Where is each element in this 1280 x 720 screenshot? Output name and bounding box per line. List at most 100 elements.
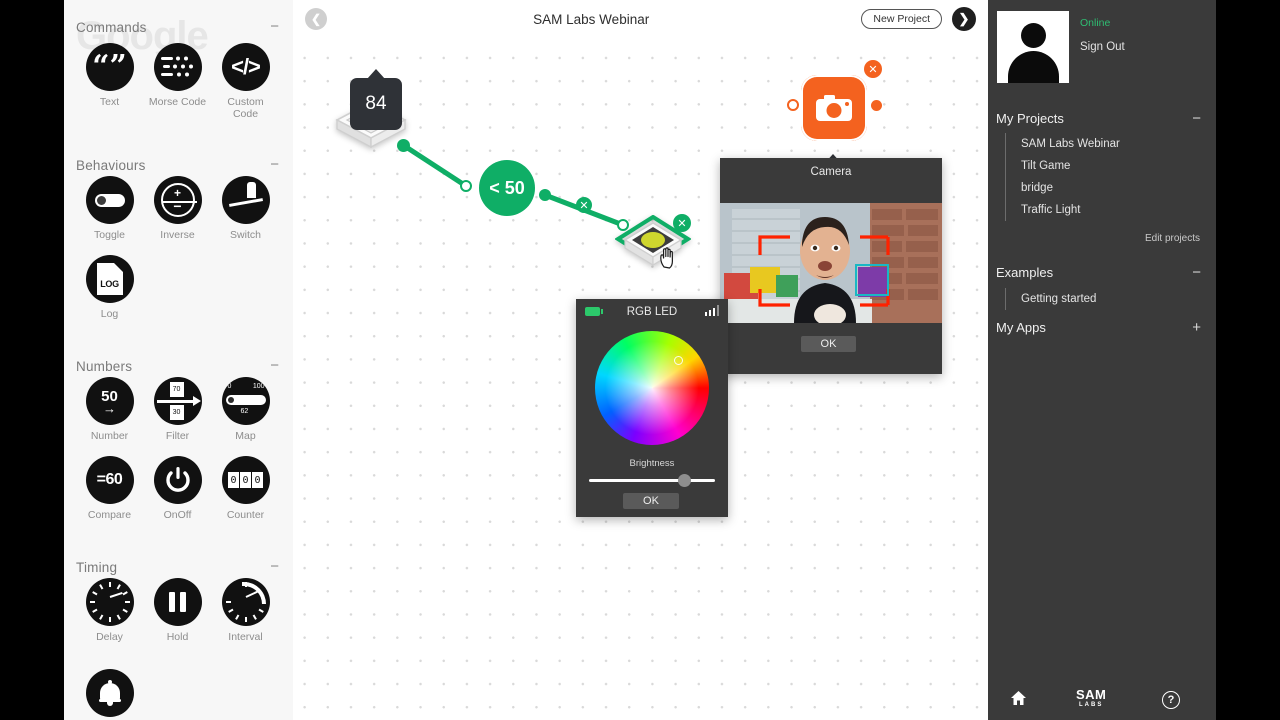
section-title: Timing [76, 559, 118, 575]
map-range-icon: 0 100 62 [221, 377, 270, 425]
palette-item-number[interactable]: 50 → Number [76, 377, 143, 442]
group-title: My Apps [996, 319, 1046, 335]
palette-item-counter[interactable]: 0 0 0 Counter [212, 456, 279, 521]
angle-brackets-icon: </> [221, 43, 270, 91]
sidebar-item-tilt-game[interactable]: Tilt Game [1021, 155, 1120, 177]
power-icon [153, 456, 202, 504]
examples-header[interactable]: Examples − [996, 263, 1201, 281]
my-apps-header[interactable]: My Apps + [996, 318, 1201, 336]
palette-item-text[interactable]: “” Text [76, 43, 143, 120]
clock-delay-icon [85, 578, 134, 626]
palette-section-numbers-header[interactable]: Numbers − [76, 356, 281, 376]
avatar[interactable] [997, 11, 1069, 83]
new-project-button[interactable]: New Project [861, 9, 942, 29]
palette-item-onoff[interactable]: OnOff [144, 456, 211, 521]
brightness-label: Brightness [629, 458, 675, 469]
palette-item-label: Inverse [160, 229, 195, 241]
home-icon[interactable] [1010, 690, 1027, 706]
chevron-right-icon[interactable]: ❯ [952, 7, 976, 31]
palette-item-label: Filter [165, 430, 190, 442]
collapse-icon[interactable]: − [1192, 265, 1201, 280]
morse-code-icon [153, 43, 202, 91]
palette-item-hold[interactable]: Hold [144, 578, 211, 643]
palette-item-interval[interactable]: Interval [212, 578, 279, 643]
palette-row: LOG Log [76, 255, 293, 320]
collapse-icon[interactable]: − [270, 559, 281, 574]
palette-section-timing-header[interactable]: Timing − [76, 557, 281, 577]
input-port[interactable] [460, 180, 472, 192]
status-badge: Online [1080, 17, 1111, 29]
section-title: Commands [76, 19, 147, 35]
palette-item-custom-code[interactable]: </> Custom Code [212, 43, 279, 120]
input-port[interactable] [787, 99, 799, 111]
examples-list: Getting started [1005, 288, 1096, 310]
sidebar-item-traffic-light[interactable]: Traffic Light [1021, 199, 1120, 221]
flow-canvas[interactable]: 84 < 50 ✕ ✕ ✕ Camera OK RGB LED Brightne… [293, 0, 988, 720]
delete-block-button[interactable]: ✕ [673, 214, 691, 232]
output-port[interactable] [539, 189, 551, 201]
palette-item-map[interactable]: 0 100 62 Map [212, 377, 279, 442]
my-projects-header[interactable]: My Projects − [996, 109, 1201, 127]
app-root: Google Commands − “” Text Morse Code </>… [0, 0, 1280, 720]
palette-item-delay[interactable]: Delay [76, 578, 143, 643]
palette-item-morse-code[interactable]: Morse Code [144, 43, 211, 120]
camera-node[interactable] [801, 75, 867, 141]
output-port[interactable] [397, 139, 410, 152]
rgb-ok-button[interactable]: OK [623, 493, 679, 509]
palette-item-alert[interactable] [76, 669, 143, 720]
compare-node[interactable]: < 50 [479, 160, 535, 216]
section-title: Numbers [76, 358, 133, 374]
color-wheel-selector[interactable] [674, 356, 683, 365]
sam-labs-logo: SAM LABS [1076, 688, 1106, 711]
edit-projects-link[interactable]: Edit projects [1145, 233, 1200, 244]
map-min: 0 [227, 383, 232, 390]
collapse-icon[interactable]: − [1192, 111, 1201, 126]
output-port[interactable] [871, 100, 882, 111]
input-port[interactable] [617, 219, 629, 231]
color-wheel[interactable] [595, 331, 709, 445]
close-camera-node-button[interactable]: ✕ [864, 60, 882, 78]
sidebar-item-getting-started[interactable]: Getting started [1021, 288, 1096, 310]
palette-item-inverse[interactable]: + − Inverse [144, 176, 211, 241]
expand-icon[interactable]: + [1192, 320, 1201, 335]
log-document-icon: LOG [85, 255, 134, 303]
brightness-slider-track[interactable] [589, 479, 715, 482]
map-max: 100 [252, 383, 265, 390]
palette-item-filter[interactable]: 70 30 Filter [144, 377, 211, 442]
filter-icon: 70 30 [153, 377, 202, 425]
sensor-value-tooltip: 84 [350, 69, 402, 130]
filter-low: 30 [169, 405, 184, 420]
map-current: 62 [240, 408, 249, 415]
palette-section-commands-header[interactable]: Commands − [76, 17, 281, 37]
collapse-icon[interactable]: − [270, 157, 281, 172]
palette-row: Delay Hold Interval [76, 578, 293, 643]
palette-item-label: Interval [228, 631, 263, 643]
camera-icon [816, 95, 852, 121]
toggle-switch-icon [85, 176, 134, 224]
collapse-icon[interactable]: − [270, 358, 281, 373]
palette-item-switch[interactable]: Switch [212, 176, 279, 241]
palette-item-label: Compare [87, 509, 132, 521]
camera-video-feed [720, 203, 942, 323]
palette-row: =60 Compare OnOff 0 0 0 Counter [76, 456, 293, 521]
brightness-slider-handle[interactable] [678, 474, 691, 487]
palette-item-log[interactable]: LOG Log [76, 255, 143, 320]
group-title: My Projects [996, 110, 1064, 126]
palette-item-label: Delay [96, 631, 123, 643]
sidebar-item-sam-labs-webinar[interactable]: SAM Labs Webinar [1021, 133, 1120, 155]
bell-alert-icon [85, 669, 134, 717]
hand-switch-icon [221, 176, 270, 224]
collapse-icon[interactable]: − [270, 19, 281, 34]
sign-out-link[interactable]: Sign Out [1080, 41, 1125, 53]
help-icon[interactable]: ? [1162, 691, 1180, 709]
palette-item-compare[interactable]: =60 Compare [76, 456, 143, 521]
delete-link-button[interactable]: ✕ [576, 197, 592, 213]
right-sidebar: Online Sign Out My Projects − SAM Labs W… [988, 0, 1216, 720]
counter-digit: 0 [228, 472, 239, 488]
palette-item-toggle[interactable]: Toggle [76, 176, 143, 241]
rgb-led-dialog: RGB LED Brightness OK [576, 299, 728, 517]
sidebar-item-bridge[interactable]: bridge [1021, 177, 1120, 199]
camera-ok-button[interactable]: OK [801, 336, 856, 352]
palette-section-behaviours-header[interactable]: Behaviours − [76, 155, 281, 175]
palette-item-label: Switch [230, 229, 261, 241]
